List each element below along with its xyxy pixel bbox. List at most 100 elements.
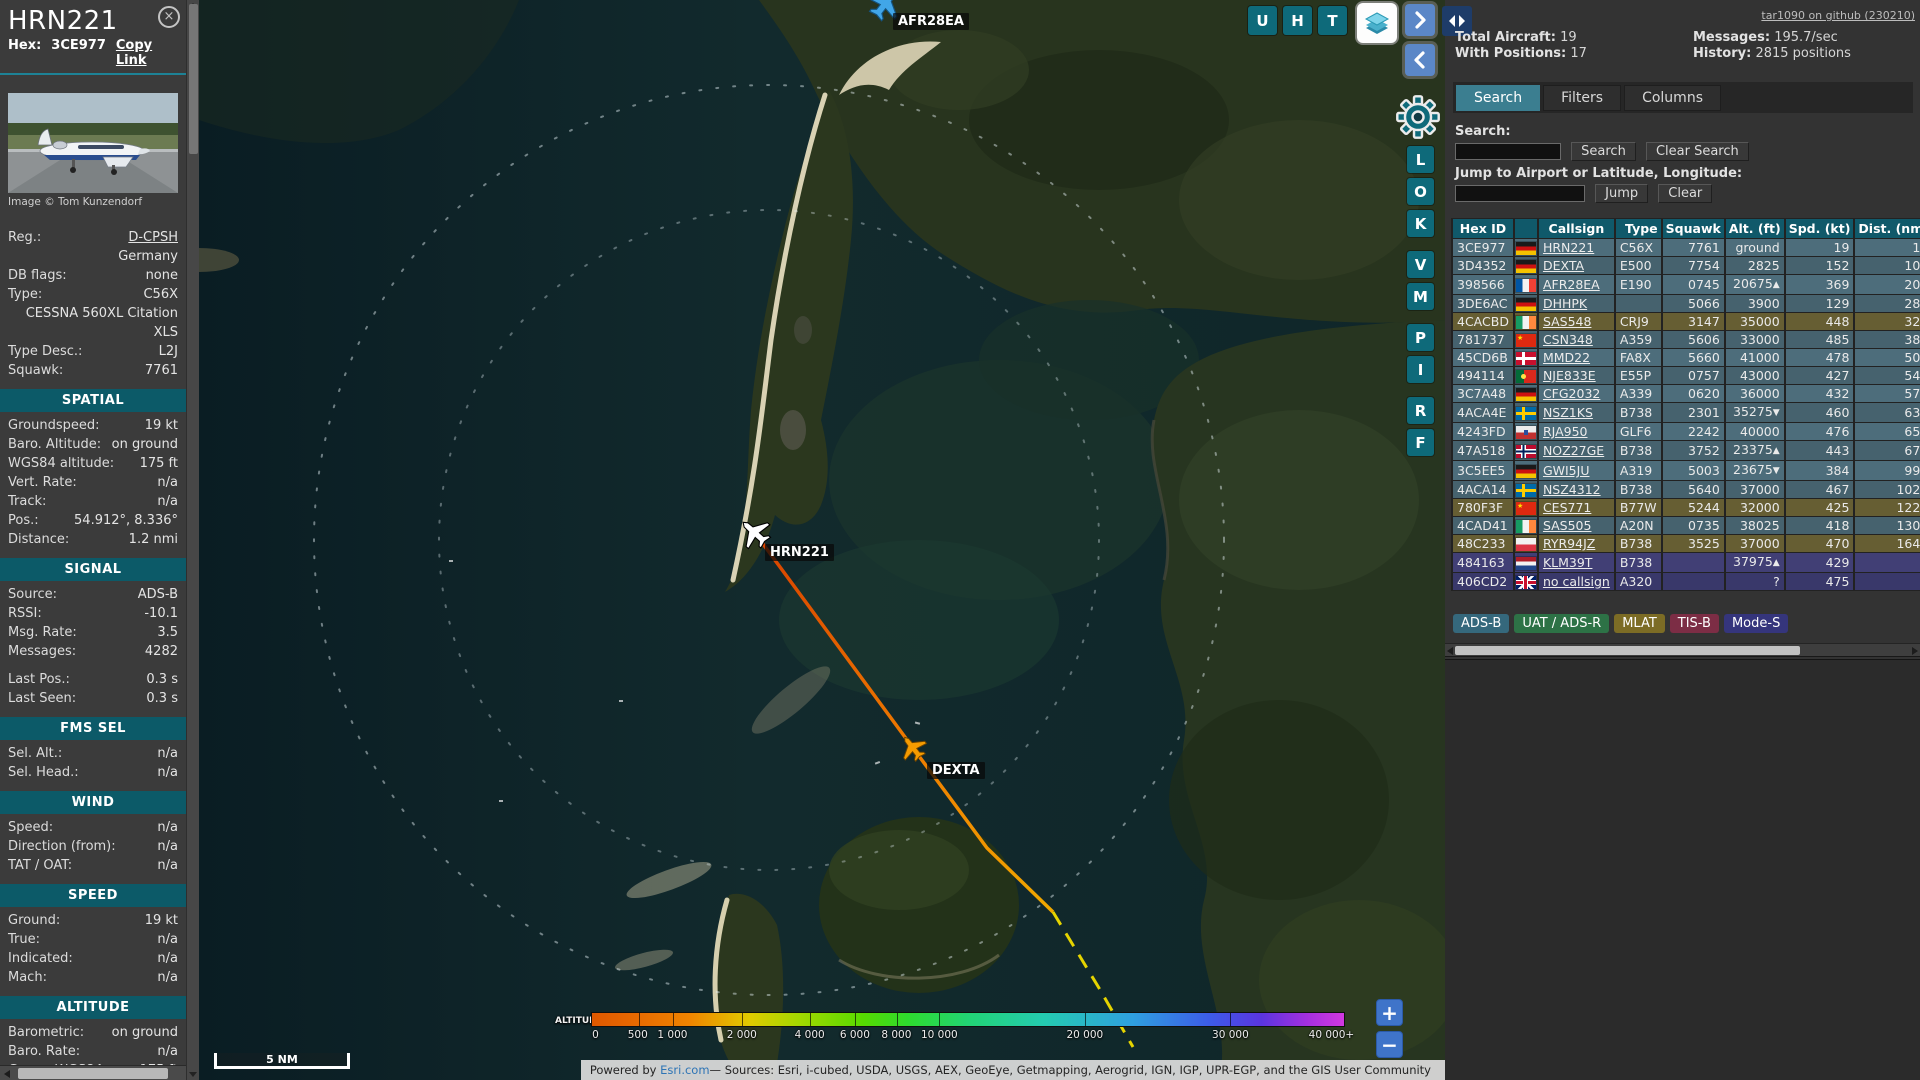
- settings-button[interactable]: [1395, 94, 1441, 140]
- callsign-link[interactable]: DHHPK: [1543, 296, 1587, 311]
- table-row-4ACA4E[interactable]: 4ACA4ENSZ1KSB738230135275▼46063.3-6.9: [1453, 403, 1920, 422]
- callsign-link[interactable]: GWI5JU: [1543, 463, 1590, 478]
- table-row-48C233[interactable]: 48C233RYR94JZB738352537000470164.6-22.1: [1453, 535, 1920, 552]
- column-header[interactable]: Type: [1615, 219, 1661, 238]
- table-row-3CE977[interactable]: 3CE977HRN221C56X7761ground191.2-10.1: [1453, 239, 1920, 256]
- map-button-h[interactable]: H: [1283, 6, 1312, 35]
- column-header[interactable]: Spd. (kt): [1785, 219, 1854, 238]
- tab-columns[interactable]: Columns: [1624, 85, 1721, 111]
- table-row-484163[interactable]: 484163KLM39TB73837975▲429-21.3: [1453, 553, 1920, 572]
- altitude-cell: 35275▼: [1725, 403, 1784, 422]
- info-label: Squawk:: [8, 363, 64, 378]
- scrollbar-thumb[interactable]: [1455, 646, 1800, 655]
- jump-input[interactable]: [1455, 185, 1585, 202]
- callsign-link[interactable]: DEXTA: [1543, 258, 1584, 273]
- column-header[interactable]: Dist. (nmi): [1855, 219, 1920, 238]
- esri-link[interactable]: Esri.com: [660, 1063, 709, 1077]
- map-button-v[interactable]: V: [1407, 251, 1434, 278]
- info-value: Germany: [118, 249, 178, 264]
- callsign-link[interactable]: NOZ27GE: [1543, 443, 1604, 458]
- table-row-3C7A48[interactable]: 3C7A48CFG2032A33906203600043257.3-19.2: [1453, 385, 1920, 402]
- info-value[interactable]: D-CPSH: [41, 228, 178, 247]
- callsign-link[interactable]: no callsign: [1543, 574, 1610, 589]
- map-callsign-label[interactable]: DEXTA: [927, 762, 985, 779]
- search-button[interactable]: Search: [1571, 142, 1636, 161]
- panel-expand-button[interactable]: [1405, 44, 1435, 76]
- table-row-494114[interactable]: 494114NJE833EE55P07574300042754.2-6.9: [1453, 367, 1920, 384]
- map-button-m[interactable]: M: [1407, 283, 1434, 310]
- column-header[interactable]: Callsign: [1538, 219, 1614, 238]
- table-row-780F3F[interactable]: 780F3FCES771B77W524432000425122.6-21.2: [1453, 499, 1920, 516]
- callsign-link[interactable]: NSZ1KS: [1543, 405, 1593, 420]
- sidebar-vertical-scrollbar[interactable]: [186, 0, 199, 1080]
- search-input[interactable]: [1455, 143, 1561, 160]
- map-button-t[interactable]: T: [1318, 6, 1347, 35]
- aircraft-photo[interactable]: [8, 93, 178, 193]
- filter-ads-b[interactable]: ADS-B: [1453, 614, 1510, 633]
- altitude-value: 2825: [1747, 258, 1780, 273]
- map-button-l[interactable]: L: [1407, 146, 1434, 173]
- callsign-link[interactable]: RYR94JZ: [1543, 536, 1595, 551]
- scrollbar-thumb[interactable]: [189, 4, 198, 154]
- table-row-3D4352[interactable]: 3D4352DEXTAE5007754282515210.4-6.3: [1453, 257, 1920, 274]
- tab-filters[interactable]: Filters: [1543, 85, 1622, 111]
- table-row-406CD2[interactable]: 406CD2no callsignA320?475-21.1: [1453, 573, 1920, 590]
- map-callsign-label[interactable]: HRN221: [765, 544, 834, 561]
- clear-search-button[interactable]: Clear Search: [1645, 142, 1749, 161]
- column-header[interactable]: Alt. (ft): [1725, 219, 1784, 238]
- column-header[interactable]: Hex ID: [1453, 219, 1513, 238]
- filter-mode-s[interactable]: Mode-S: [1723, 614, 1789, 633]
- satellite-map[interactable]: HRN221 DEXTA AFR28EA U H T L O K V M P I…: [199, 0, 1445, 1080]
- github-link[interactable]: tar1090 on github (230210): [1761, 9, 1915, 22]
- map-button-k[interactable]: K: [1407, 210, 1434, 237]
- filter-mlat[interactable]: MLAT: [1614, 614, 1665, 633]
- callsign-link[interactable]: NSZ4312: [1543, 482, 1601, 497]
- copy-link[interactable]: Copy Link: [116, 38, 178, 68]
- tab-search[interactable]: Search: [1456, 85, 1541, 111]
- callsign-link[interactable]: CSN348: [1543, 332, 1593, 347]
- callsign-link[interactable]: RJA950: [1543, 424, 1588, 439]
- sidebar-horizontal-scrollbar[interactable]: [0, 1065, 186, 1080]
- table-row-3DE6AC[interactable]: 3DE6ACDHHPK5066390012928.8-18.3: [1453, 295, 1920, 312]
- layers-button[interactable]: [1357, 3, 1397, 43]
- close-icon[interactable]: ×: [158, 6, 180, 28]
- map-button-i[interactable]: I: [1407, 356, 1434, 383]
- map-callsign-label[interactable]: AFR28EA: [893, 13, 969, 30]
- map-button-p[interactable]: P: [1407, 324, 1434, 351]
- callsign-link[interactable]: AFR28EA: [1543, 277, 1600, 292]
- callsign-link[interactable]: KLM39T: [1543, 555, 1593, 570]
- table-row-4ACA14[interactable]: 4ACA14NSZ4312B738564037000467102.7-21.3: [1453, 481, 1920, 498]
- map-button-u[interactable]: U: [1248, 6, 1277, 35]
- stat-value: 195.7/sec: [1774, 30, 1838, 45]
- callsign-link[interactable]: NJE833E: [1543, 368, 1596, 383]
- table-row-45CD6B[interactable]: 45CD6BMMD22FA8X56604100047850.1-4.3: [1453, 349, 1920, 366]
- table-row-4243FD[interactable]: 4243FDRJA950GLF622424000047665.1-17.4: [1453, 423, 1920, 440]
- info-row: Speed: n/a: [8, 818, 178, 837]
- column-header[interactable]: [1514, 219, 1537, 238]
- table-row-4CACBD[interactable]: 4CACBDSAS548CRJ931473500044832.0-5.8: [1453, 313, 1920, 330]
- callsign-link[interactable]: SAS505: [1543, 518, 1592, 533]
- callsign-link[interactable]: SAS548: [1543, 314, 1592, 329]
- table-row-3C5EE5[interactable]: 3C5EE5GWI5JUA319500323675▼38499.7-20.9: [1453, 461, 1920, 480]
- map-button-o[interactable]: O: [1407, 178, 1434, 205]
- zoom-out-button[interactable]: −: [1376, 1031, 1403, 1058]
- table-row-47A518[interactable]: 47A518NOZ27GEB738375223375▲44367.2-12.8: [1453, 441, 1920, 460]
- map-button-f[interactable]: F: [1407, 429, 1434, 456]
- jump-button[interactable]: Jump: [1595, 184, 1649, 203]
- table-horizontal-scrollbar[interactable]: [1445, 643, 1920, 657]
- map-button-r[interactable]: R: [1407, 397, 1434, 424]
- callsign-link[interactable]: CFG2032: [1543, 386, 1600, 401]
- scrollbar-thumb[interactable]: [18, 1068, 168, 1079]
- panel-collapse-button[interactable]: [1405, 4, 1435, 36]
- column-header[interactable]: Squawk: [1662, 219, 1724, 238]
- callsign-link[interactable]: MMD22: [1543, 350, 1590, 365]
- filter-uat-ads-r[interactable]: UAT / ADS-R: [1514, 614, 1610, 633]
- table-row-4CAD41[interactable]: 4CAD41SAS505A20N073538025418130.3-21.3: [1453, 517, 1920, 534]
- table-row-398566[interactable]: 398566AFR28EAE190074520675▲36920.0-16.9: [1453, 275, 1920, 294]
- zoom-in-button[interactable]: +: [1376, 999, 1403, 1026]
- callsign-link[interactable]: HRN221: [1543, 240, 1594, 255]
- clear-button[interactable]: Clear: [1658, 184, 1713, 203]
- filter-tis-b[interactable]: TIS-B: [1669, 614, 1719, 633]
- callsign-link[interactable]: CES771: [1543, 500, 1591, 515]
- table-row-781737[interactable]: 781737CSN348A35956063300048538.0-4.0: [1453, 331, 1920, 348]
